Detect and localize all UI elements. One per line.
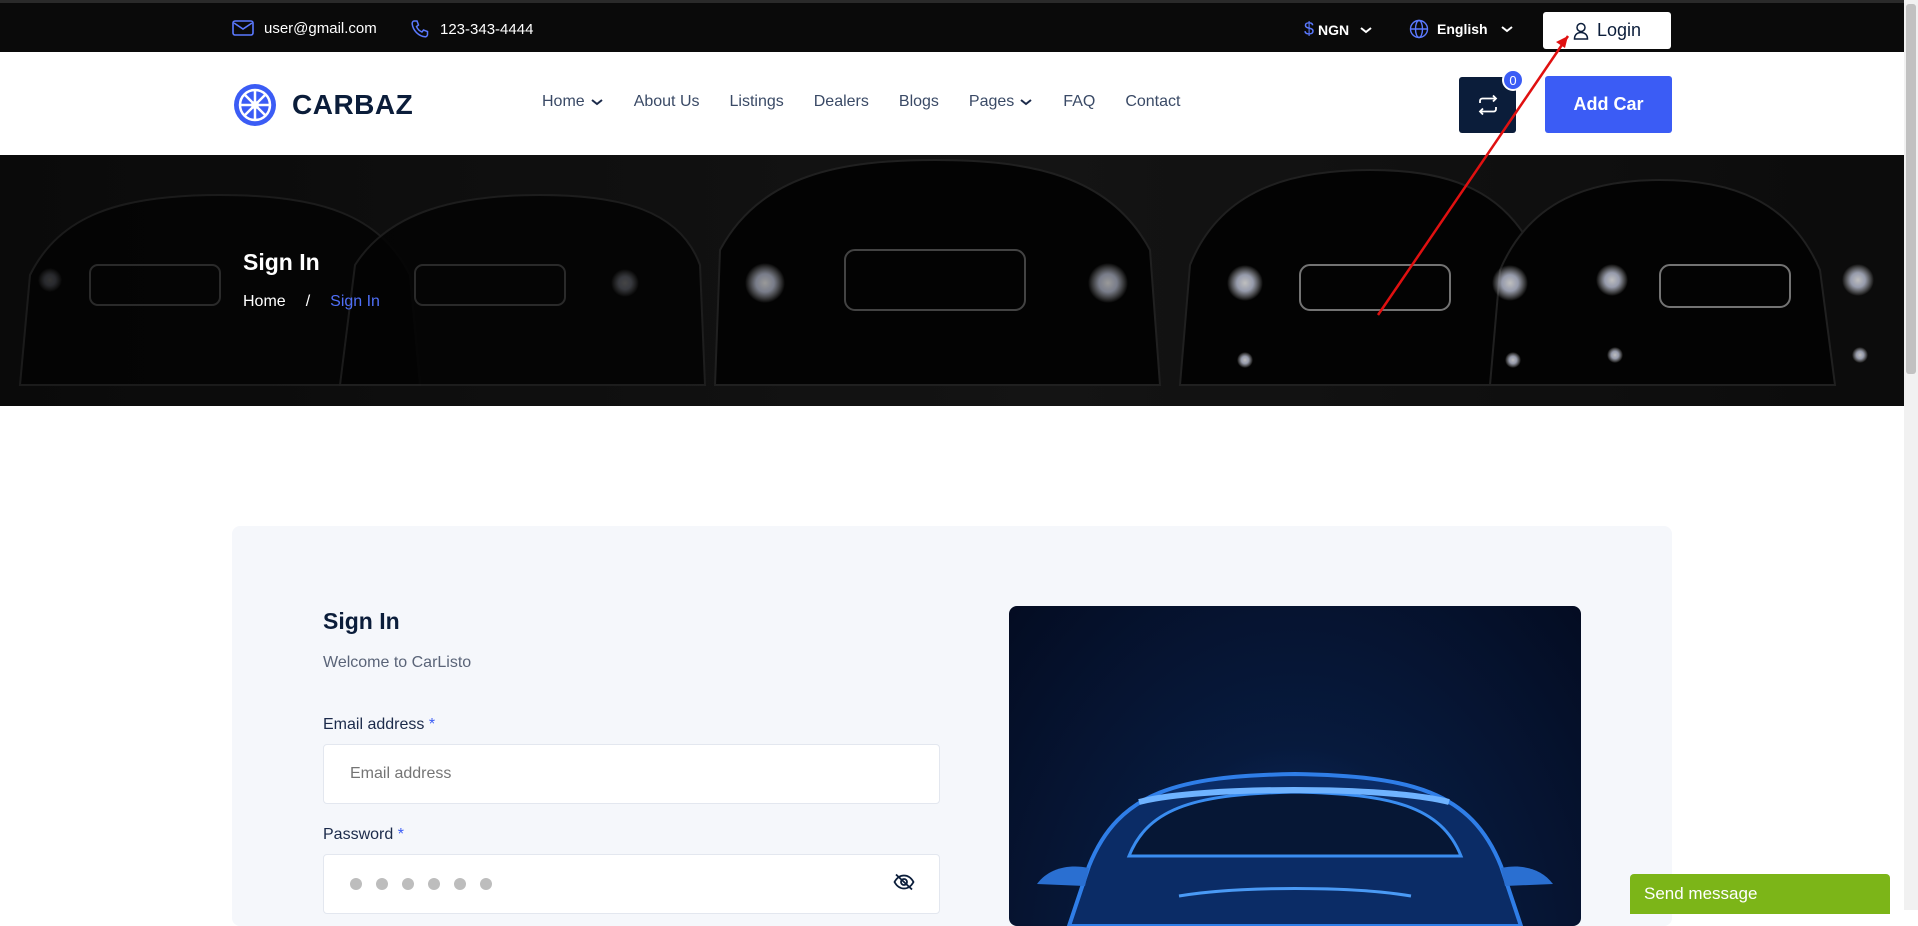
brand-logo[interactable]: CARBAZ (232, 82, 413, 128)
cars-banner-image (0, 155, 1904, 406)
breadcrumb: Home / Sign In (243, 293, 380, 311)
password-mask (350, 878, 492, 890)
top-bar: user@gmail.com 123-343-4444 $ NGN Englis… (0, 0, 1904, 52)
required-mark: * (397, 826, 404, 843)
nav-label: Contact (1125, 93, 1181, 110)
phone-contact[interactable]: 123-343-4444 (410, 19, 533, 39)
wheel-logo-icon (234, 84, 276, 126)
nav-item-contact[interactable]: Contact (1125, 93, 1180, 111)
nav-item-blogs[interactable]: Blogs (899, 93, 939, 111)
nav-item-listings[interactable]: Listings (730, 93, 784, 111)
signin-car-image (1009, 606, 1581, 926)
nav-label: Listings (729, 93, 784, 110)
envelope-icon (232, 20, 254, 36)
nav-item-pages[interactable]: Pages (969, 93, 1033, 111)
nav-item-home[interactable]: Home (542, 93, 604, 111)
blue-car-illustration (1037, 771, 1553, 926)
password-label-text: Password (323, 826, 394, 843)
password-input[interactable] (323, 854, 940, 914)
add-car-button[interactable]: Add Car (1545, 76, 1672, 133)
required-mark: * (428, 716, 436, 733)
eye-slash-icon[interactable] (893, 873, 915, 891)
password-label: Password * (323, 826, 404, 844)
email-input[interactable] (323, 744, 940, 804)
email-text: user@gmail.com (264, 19, 377, 37)
compare-count-badge: 0 (1502, 69, 1524, 91)
brand-name: CARBAZ (292, 89, 414, 120)
send-message-widget[interactable]: Send message (1630, 874, 1890, 914)
email-contact[interactable]: user@gmail.com (232, 19, 377, 37)
login-label: Login (1596, 20, 1642, 40)
nav-label: Pages (968, 93, 1015, 110)
language-dropdown[interactable]: English (1409, 19, 1514, 39)
page-title: Sign In (243, 249, 320, 275)
breadcrumb-separator: / (305, 293, 311, 310)
nav-item-about-us[interactable]: About Us (634, 93, 700, 111)
email-label: Email address * (323, 716, 435, 734)
compare-arrows-icon (1478, 94, 1497, 116)
dollar-icon: $ (1304, 19, 1315, 39)
nav-label: Home (542, 93, 585, 110)
breadcrumb-home[interactable]: Home (243, 293, 286, 311)
nav-label: Blogs (898, 93, 939, 110)
language-text: English (1437, 21, 1488, 37)
scrollbar-thumb[interactable] (1906, 4, 1916, 374)
login-button[interactable]: Login (1543, 12, 1671, 49)
user-icon (1573, 22, 1589, 40)
phone-icon (411, 20, 429, 38)
nav-item-dealers[interactable]: Dealers (814, 93, 869, 111)
signin-title: Sign In (323, 608, 400, 634)
globe-icon (1409, 19, 1429, 39)
page-banner: Sign In Home / Sign In (0, 155, 1904, 406)
email-label-text: Email address (323, 716, 425, 733)
main-navbar: CARBAZ Home About Us Listings Dealers Bl… (0, 52, 1904, 155)
nav-links: Home About Us Listings Dealers Blogs Pag… (542, 93, 1210, 111)
chevron-down-icon (1360, 26, 1372, 33)
chevron-down-icon (1500, 26, 1513, 33)
chevron-down-icon (591, 99, 603, 106)
currency-text: NGN (1318, 21, 1350, 38)
breadcrumb-current: Sign In (330, 293, 380, 310)
phone-text: 123-343-4444 (440, 20, 534, 38)
currency-dropdown[interactable]: $ NGN (1304, 19, 1373, 40)
nav-label: Dealers (813, 93, 869, 110)
chevron-down-icon (1020, 99, 1032, 106)
nav-item-faq[interactable]: FAQ (1063, 93, 1095, 111)
nav-label: About Us (633, 93, 700, 110)
nav-label: FAQ (1063, 93, 1096, 110)
signin-subtitle: Welcome to CarListo (323, 654, 472, 671)
